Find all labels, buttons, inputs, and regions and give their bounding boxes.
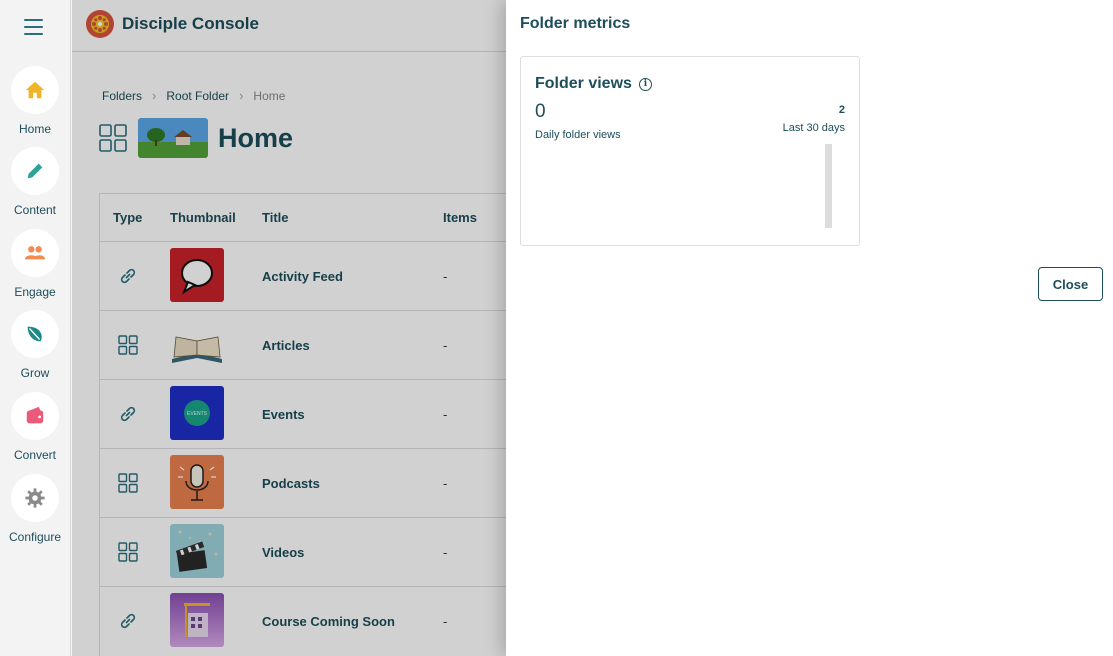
folder-metrics-drawer: Folder metrics Folder views i 0 Daily fo… [506,0,1113,656]
total-views-label: Last 30 days [782,122,845,134]
pencil-icon [11,147,59,195]
daily-views-label: Daily folder views [535,129,621,141]
nav-item-engage[interactable]: Engage [0,229,70,299]
card-title: Folder views i [535,75,652,93]
nav-label-content: Content [13,203,57,217]
views-sparkline-bar [825,144,832,228]
modal-backdrop[interactable] [72,0,578,656]
home-icon [11,66,59,114]
nav-label-convert: Convert [13,448,57,462]
leaf-icon [11,310,59,358]
card-title-text: Folder views [535,75,632,92]
people-icon [11,229,59,277]
close-button[interactable]: Close [1038,267,1103,301]
daily-views-value: 0 [535,101,546,122]
nav-item-configure[interactable]: Configure [0,474,70,544]
nav-item-grow[interactable]: Grow [0,310,70,380]
nav-item-home[interactable]: Home [0,66,70,136]
nav-label-grow: Grow [20,366,50,380]
gear-icon [11,474,59,522]
total-views-value: 2 [838,104,845,116]
hamburger-menu-icon[interactable] [24,19,43,35]
nav-item-convert[interactable]: Convert [0,392,70,462]
left-nav: Home Content Engage Grow Convert Configu… [0,0,71,656]
nav-label-engage: Engage [14,285,56,299]
drawer-title: Folder metrics [520,15,631,32]
folder-views-card: Folder views i 0 Daily folder views 2 La… [520,56,860,246]
nav-label-home: Home [18,122,51,136]
wallet-icon [11,392,59,440]
nav-item-content[interactable]: Content [0,147,70,217]
nav-label-configure: Configure [8,530,62,544]
info-icon[interactable]: i [638,77,652,91]
